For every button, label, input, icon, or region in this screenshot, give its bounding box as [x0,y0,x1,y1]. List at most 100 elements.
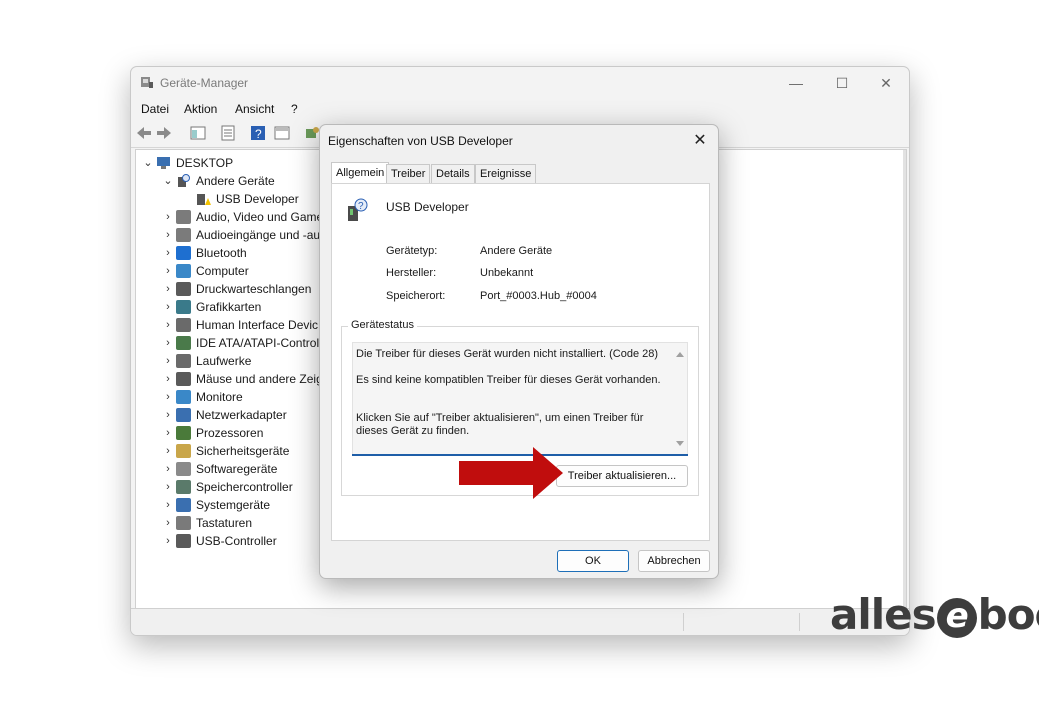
ok-button[interactable]: OK [557,550,629,572]
device-status-title: Gerätestatus [348,319,417,331]
device-manager-icon [141,77,153,88]
tree-item-label: Human Interface Devic [196,318,319,332]
dialog-title: Eigenschaften von USB Developer [328,134,513,148]
device-name: USB Developer [386,200,469,214]
bluetooth-icon [176,246,191,260]
tree-item-label: Softwaregeräte [196,462,278,476]
tab-ereignisse[interactable]: Ereignisse [475,164,537,184]
properties-icon[interactable] [219,124,237,142]
tree-item-label: Mäuse und andere Zeig [196,372,323,386]
tree-item-label: Bluetooth [196,246,247,260]
tab-treiber[interactable]: Treiber [386,164,431,184]
properties-dialog: Eigenschaften von USB Developer ✕ Allgem… [319,124,719,579]
printer-queue-icon [176,282,191,296]
monitor-icon [176,390,191,404]
chevron-right-icon[interactable]: › [162,514,174,532]
network-adapter-icon [176,408,191,422]
chevron-right-icon[interactable]: › [162,460,174,478]
chevron-right-icon[interactable]: › [162,442,174,460]
ide-controller-icon [176,336,191,350]
unknown-device-icon: ? [348,198,368,221]
chevron-down-icon[interactable]: ⌄ [142,154,154,172]
menu-ansicht[interactable]: Ansicht [235,102,274,116]
chevron-right-icon[interactable]: › [162,406,174,424]
audio-icon [176,210,191,224]
chevron-right-icon[interactable]: › [162,208,174,226]
status-separator [683,613,684,631]
tree-item-label: Monitore [196,390,243,404]
computer-icon [157,157,170,169]
tree-item-label: Prozessoren [196,426,264,440]
forward-arrow-icon[interactable] [155,124,173,142]
drive-icon [176,354,191,368]
device-status-text[interactable]: Die Treiber für dieses Gerät wurden nich… [352,342,688,456]
chevron-right-icon[interactable]: › [162,262,174,280]
chevron-right-icon[interactable]: › [162,226,174,244]
security-device-icon [176,444,191,458]
tree-item-label: Systemgeräte [196,498,271,512]
tree-item-label: Laufwerke [196,354,252,368]
tree-item-label: Speichercontroller [196,480,293,494]
unknown-device-icon [178,174,190,187]
svg-text:?: ? [255,127,262,141]
menu-help[interactable]: ? [291,102,298,116]
view-icon[interactable] [273,124,291,142]
prop-value-geraetetyp: Andere Geräte [480,245,553,257]
chevron-right-icon[interactable]: › [162,280,174,298]
status-separator [799,613,800,631]
chevron-right-icon[interactable]: › [162,370,174,388]
cancel-button[interactable]: Abbrechen [638,550,710,572]
status-line: Klicken Sie auf "Treiber aktualisieren",… [356,412,644,437]
system-device-icon [176,498,191,512]
update-driver-button[interactable]: Treiber aktualisieren... [556,465,688,487]
logo-e: e [936,597,977,638]
chevron-right-icon[interactable]: › [162,298,174,316]
chevron-right-icon[interactable]: › [162,424,174,442]
tree-root-label: DESKTOP [176,156,234,170]
prop-label-hersteller: Hersteller: [386,267,437,279]
prop-label-geraetetyp: Gerätetyp: [386,245,438,257]
chevron-down-icon[interactable]: ⌄ [162,172,174,190]
help-icon[interactable]: ? [249,124,267,142]
tree-item-label: Grafikkarten [196,300,262,314]
prop-value-hersteller: Unbekannt [480,267,534,279]
close-button[interactable]: ✕ [863,71,909,95]
chevron-right-icon[interactable]: › [162,316,174,334]
back-arrow-icon[interactable] [135,124,153,142]
tree-item-label: Netzwerkadapter [196,408,287,422]
chevron-right-icon[interactable]: › [162,334,174,352]
prop-label-speicherort: Speicherort: [386,290,446,302]
chevron-right-icon[interactable]: › [162,478,174,496]
tree-item-label: Druckwarteschlangen [196,282,312,296]
chevron-right-icon[interactable]: › [162,532,174,550]
window-title: Geräte-Manager [160,76,249,90]
svg-text:?: ? [358,201,364,212]
menu-bar: Datei Aktion Ansicht ? [131,99,909,119]
show-hide-tree-icon[interactable] [189,124,207,142]
menu-datei[interactable]: Datei [141,102,169,116]
software-device-icon [176,462,191,476]
tree-scrollbar[interactable] [903,150,906,608]
logo-prefix: alles [830,590,937,639]
tree-item-label: Andere Geräte [196,174,275,188]
chevron-right-icon[interactable]: › [162,496,174,514]
chevron-right-icon[interactable]: › [162,244,174,262]
dialog-close-button[interactable]: ✕ [688,129,712,153]
logo-suffix: book [977,590,1039,639]
chevron-right-icon[interactable]: › [162,388,174,406]
tree-item-label: Tastaturen [196,516,253,530]
menu-aktion[interactable]: Aktion [184,102,217,116]
tree-item-label: USB-Controller [196,534,277,548]
mouse-icon [176,372,191,386]
status-scrollbar[interactable] [675,348,685,450]
usb-controller-icon [176,534,191,548]
tab-allgemein[interactable]: Allgemein [331,162,390,185]
tab-details[interactable]: Details [431,164,475,184]
warning-device-icon [197,194,211,205]
maximize-button[interactable]: ☐ [819,71,865,95]
storage-controller-icon [176,480,191,494]
audio-input-icon [176,228,191,242]
minimize-button[interactable]: — [773,71,819,95]
chevron-right-icon[interactable]: › [162,352,174,370]
allesebook-logo: allesebook [830,590,1039,640]
